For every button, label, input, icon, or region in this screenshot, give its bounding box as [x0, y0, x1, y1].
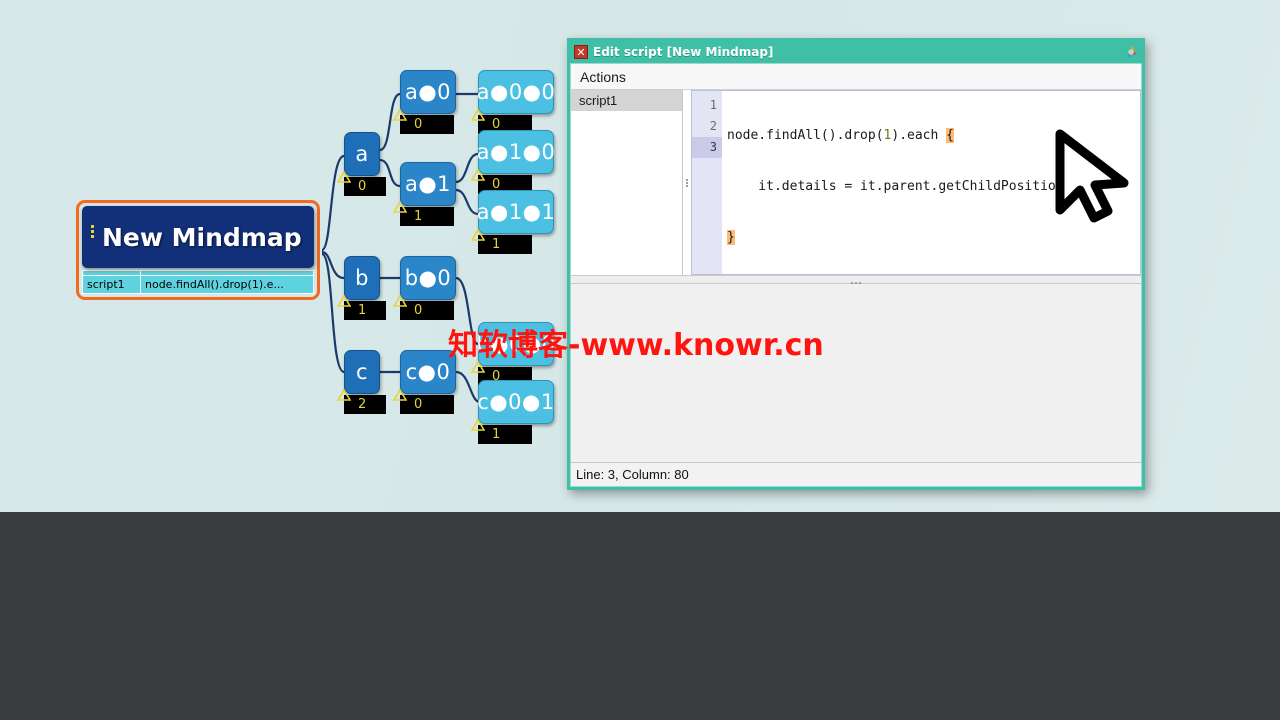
node-label: a●1●0	[477, 130, 555, 174]
code-token-brace: }	[727, 230, 735, 245]
node-details-value: 0	[414, 302, 423, 318]
dialog-title: Edit script [New Mindmap]	[593, 45, 774, 59]
code-token: ).each	[891, 128, 947, 143]
code-line-3: }	[727, 227, 1140, 248]
close-icon[interactable]: ✕	[574, 45, 588, 59]
node-label: b	[344, 256, 380, 300]
watermark-text: 知软博客-www.knowr.cn	[448, 328, 824, 363]
line-number-gutter: 1 2 3	[692, 91, 722, 274]
code-token: node.findAll().drop(	[727, 128, 884, 143]
script-list-item-script1[interactable]: script1	[571, 90, 682, 111]
mindmap-node-c[interactable]: c 2	[337, 350, 386, 414]
code-line-1: node.findAll().drop(1).each {	[727, 125, 1140, 146]
node-details: 1	[471, 229, 532, 254]
bottom-banner: ADD-ONS AND SCRIPTING AKA MACROS Build m…	[0, 512, 1280, 720]
editor-row: script1 1 2 3 node.findAll().drop(1).eac…	[571, 90, 1141, 275]
line-number-current: 3	[692, 137, 722, 158]
node-label: a	[344, 132, 380, 176]
mindmap-canvas[interactable]: New Mindmap script1 node.findAll().drop(…	[0, 0, 1280, 512]
node-details: 1	[337, 295, 386, 320]
attribute-warning-icon	[337, 389, 351, 401]
mindmap-node-a00[interactable]: a●0●0 0	[471, 70, 555, 134]
attribute-warning-icon	[471, 229, 485, 241]
script-list[interactable]: script1	[571, 90, 683, 275]
edit-script-dialog[interactable]: ✕ Edit script [New Mindmap] Actions scri…	[567, 38, 1145, 490]
node-details: 0	[393, 109, 454, 134]
attribute-warning-icon	[393, 201, 407, 213]
root-attribute-table[interactable]: script1 node.findAll().drop(1).e...	[82, 270, 314, 294]
root-node[interactable]: New Mindmap script1 node.findAll().drop(…	[76, 200, 320, 300]
line-number: 2	[709, 119, 717, 133]
mindmap-node-a1[interactable]: a●1 1	[393, 162, 456, 226]
mindmap-node-a[interactable]: a 0	[337, 132, 386, 196]
app-logo-icon	[1124, 45, 1138, 59]
root-node-body[interactable]: New Mindmap	[82, 206, 314, 268]
splitter-grip	[686, 178, 688, 188]
caret-position-label: Line: 3, Column: 80	[576, 467, 689, 482]
mindmap-node-a10[interactable]: a●1●0 0	[471, 130, 555, 194]
attribute-key: script1	[82, 275, 141, 294]
code-token: it.details = it.parent.getChildPosition(…	[727, 179, 1095, 194]
attribute-row[interactable]: script1 node.findAll().drop(1).e...	[82, 275, 314, 294]
mindmap-node-b[interactable]: b 1	[337, 256, 386, 320]
attribute-warning-icon	[337, 295, 351, 307]
node-details: 1	[471, 419, 532, 444]
mindmap-node-a0[interactable]: a●0 0	[393, 70, 456, 134]
node-label: c	[344, 350, 380, 394]
code-token-brace: {	[946, 128, 954, 143]
node-label: a●0	[400, 70, 456, 114]
root-node-label: New Mindmap	[102, 222, 302, 252]
node-details-value: 1	[492, 426, 501, 442]
dialog-titlebar[interactable]: ✕ Edit script [New Mindmap]	[570, 41, 1142, 63]
dialog-content: Actions script1 1 2 3 node.findAll().dro…	[570, 63, 1142, 487]
node-label: c●0●1	[477, 380, 554, 424]
node-label: a●0●0	[477, 70, 555, 114]
dialog-statusbar: Line: 3, Column: 80	[571, 462, 1141, 486]
attribute-warning-icon	[393, 109, 407, 121]
node-details-value: 0	[414, 116, 423, 132]
code-text-area[interactable]: node.findAll().drop(1).each { it.details…	[722, 91, 1140, 274]
script-output-pane[interactable]	[571, 284, 1141, 462]
attribute-warning-icon	[337, 171, 351, 183]
attribute-warning-icon	[471, 169, 485, 181]
mindmap-node-c01[interactable]: c●0●1 1	[471, 380, 554, 444]
attribute-value: node.findAll().drop(1).e...	[140, 275, 314, 294]
node-details: 0	[393, 389, 454, 414]
node-details-value: 1	[414, 208, 423, 224]
node-label: a●1●1	[477, 190, 555, 234]
code-editor[interactable]: 1 2 3 node.findAll().drop(1).each { it.d…	[691, 90, 1141, 275]
root-selection-border: New Mindmap script1 node.findAll().drop(…	[76, 200, 320, 300]
node-details-value: 1	[492, 236, 501, 252]
dialog-menubar[interactable]: Actions	[571, 64, 1141, 90]
node-label: a●1	[400, 162, 456, 206]
node-label: b●0	[400, 256, 456, 300]
node-details: 2	[337, 389, 386, 414]
attribute-warning-icon	[471, 109, 485, 121]
node-details-value: 0	[414, 396, 423, 412]
root-node-marker	[91, 225, 94, 240]
attribute-warning-icon	[393, 389, 407, 401]
menu-item-actions[interactable]: Actions	[571, 67, 635, 87]
vertical-splitter[interactable]	[683, 90, 691, 275]
code-line-2: it.details = it.parent.getChildPosition(…	[727, 176, 1140, 197]
mindmap-node-b0[interactable]: b●0 0	[393, 256, 456, 320]
node-details-value: 0	[358, 178, 367, 194]
node-details: 1	[393, 201, 454, 226]
node-details: 0	[393, 295, 454, 320]
node-details-value: 2	[358, 396, 367, 412]
line-number: 1	[709, 98, 717, 112]
node-details-value: 1	[358, 302, 367, 318]
attribute-warning-icon	[471, 419, 485, 431]
mindmap-node-a11[interactable]: a●1●1 1	[471, 190, 555, 254]
node-details: 0	[337, 171, 386, 196]
attribute-warning-icon	[393, 295, 407, 307]
